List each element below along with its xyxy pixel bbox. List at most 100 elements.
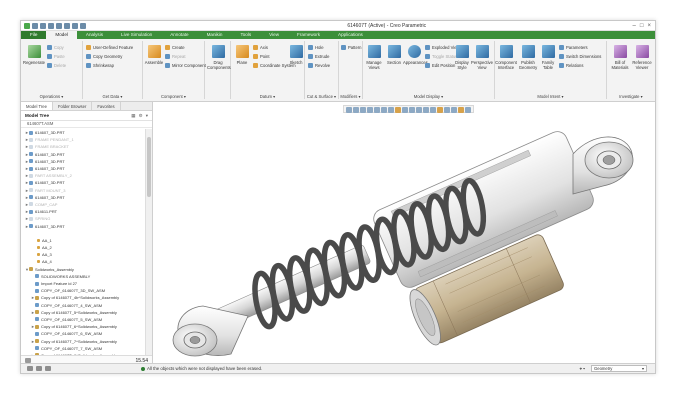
graphics-window[interactable]: [153, 102, 656, 365]
tree-row[interactable]: ► 614607_3D.PRT: [21, 158, 145, 165]
group-label[interactable]: Investigate ▾: [607, 94, 655, 99]
udf-button[interactable]: User-Defined Feature: [86, 44, 133, 50]
show-browser-icon[interactable]: [36, 366, 42, 371]
full-screen-icon[interactable]: [45, 366, 51, 371]
tree-row[interactable]: COPY_OF_614607T_3D_SW_ASM: [21, 287, 145, 294]
group-label[interactable]: Model Intent ▾: [495, 94, 606, 99]
tree-row[interactable]: ► 614607_3D.PRT: [21, 129, 145, 136]
display-style-button[interactable]: Display Style: [451, 45, 473, 70]
tree-row[interactable]: ► Copy of 614607T_5^Solidworks_Assembly: [21, 309, 145, 316]
tree-row[interactable]: Import Feature id 27: [21, 280, 145, 287]
perspective-view-button[interactable]: Perspective View: [471, 45, 493, 70]
pattern-button[interactable]: Pattern: [341, 44, 362, 50]
tree-row[interactable]: ► FRAME BRACKET: [21, 143, 145, 150]
tree-show-icon[interactable]: ▾: [146, 113, 148, 119]
revolve-button[interactable]: Revolve: [308, 62, 330, 68]
close-icon[interactable]: ×: [647, 23, 651, 29]
group-label[interactable]: Modifiers ▾: [339, 94, 362, 99]
reference-viewer-button[interactable]: Reference Viewer: [631, 45, 653, 70]
shock-absorber-model[interactable]: [153, 102, 656, 365]
mirror-component-button[interactable]: Mirror Component: [165, 62, 206, 68]
tree-settings-icon[interactable]: ▦: [131, 113, 135, 119]
tree-row[interactable]: COPY_OF_614607T_7_SW_ASM: [21, 345, 145, 352]
tab-model[interactable]: Model: [46, 31, 77, 39]
tab-applications[interactable]: Applications: [329, 31, 372, 39]
tree-row[interactable]: ► 614607_3D.PRT: [21, 222, 145, 229]
tree-row[interactable]: ► 614607_3D.PRT: [21, 179, 145, 186]
tree-row[interactable]: AA_2: [21, 244, 145, 251]
tree-row[interactable]: ► 614607_3D.PRT: [21, 151, 145, 158]
tree-filter-icon[interactable]: ⚙: [139, 113, 143, 119]
regenerate-button[interactable]: Regenerate: [23, 45, 45, 65]
group-label[interactable]: Cut & Surface ▾: [305, 94, 338, 99]
group-label[interactable]: Component ▾: [143, 94, 204, 99]
parameters-button[interactable]: Parameters: [559, 44, 601, 50]
regenerate-quick-icon[interactable]: [72, 22, 78, 29]
tab-analysis[interactable]: Analysis: [77, 31, 112, 39]
family-table-button[interactable]: Family Table: [537, 45, 559, 70]
minimize-icon[interactable]: –: [633, 23, 636, 29]
plane-button[interactable]: Plane: [231, 45, 253, 65]
tree-row[interactable]: AA_4: [21, 258, 145, 265]
open-file-icon[interactable]: [40, 22, 46, 29]
repeat-button[interactable]: Repeat: [165, 53, 206, 59]
scrollbar-thumb[interactable]: [147, 137, 151, 197]
tree-row[interactable]: ▼ Solidworks_Assembly: [21, 266, 145, 273]
delete-button[interactable]: Delete: [47, 62, 66, 68]
close-window-icon[interactable]: [80, 22, 86, 29]
sketch-button[interactable]: Sketch: [285, 45, 307, 65]
tree-scrollbar[interactable]: [145, 129, 152, 355]
tree-row[interactable]: ► PART MOUNT_3: [21, 187, 145, 194]
copy-geometry-button[interactable]: Copy Geometry: [86, 53, 133, 59]
tab-annotate[interactable]: Annotate: [161, 31, 197, 39]
paste-button[interactable]: Paste: [47, 53, 66, 59]
tree-row[interactable]: ► Copy of 614607T_4b^Solidworks_Assembly: [21, 294, 145, 301]
selection-tools-icon[interactable]: ⌖ ▾: [579, 366, 585, 371]
selection-filter-dropdown[interactable]: Geometry: [591, 365, 647, 372]
group-label[interactable]: Get Data ▾: [83, 94, 142, 99]
tab-live-simulation[interactable]: Live Simulation: [112, 31, 161, 39]
tree-row[interactable]: COPY_OF_614607T_6_SW_ASM: [21, 330, 145, 337]
hole-button[interactable]: Hole: [308, 44, 330, 50]
tree-row[interactable]: ► FRAME PENDANT_1: [21, 136, 145, 143]
component-interface-button[interactable]: Component Interface: [495, 45, 517, 70]
tab-framework[interactable]: Framework: [288, 31, 329, 39]
tree-row[interactable]: [21, 230, 145, 237]
tree-row[interactable]: ► PART ASSEMBLY_2: [21, 172, 145, 179]
new-file-icon[interactable]: [32, 22, 38, 29]
tree-row[interactable]: ► 614607_3D.PRT: [21, 165, 145, 172]
tree-row[interactable]: COPY_OF_614607T_5_SW_ASM: [21, 316, 145, 323]
tree-row[interactable]: ► 614611.PRT: [21, 208, 145, 215]
section-button[interactable]: Section: [383, 45, 405, 65]
tree-row[interactable]: COPY_OF_614607T_4_SW_ASM: [21, 302, 145, 309]
tab-manikin[interactable]: Manikin: [198, 31, 232, 39]
tab-file[interactable]: File: [21, 31, 47, 39]
redo-icon[interactable]: [64, 22, 70, 29]
show-navigator-icon[interactable]: [27, 366, 33, 371]
tab-tools[interactable]: Tools: [231, 31, 260, 39]
copy-button[interactable]: Copy: [47, 44, 66, 50]
tree-row[interactable]: AA_1: [21, 237, 145, 244]
relations-button[interactable]: Relations: [559, 62, 601, 68]
save-icon[interactable]: [48, 22, 54, 29]
switch-dimensions-button[interactable]: Switch Dimensions: [559, 53, 601, 59]
group-label[interactable]: Model Display ▾: [363, 94, 494, 99]
tab-favorites[interactable]: Favorites: [92, 102, 121, 110]
tab-model-tree[interactable]: Model Tree: [21, 102, 53, 110]
assemble-button[interactable]: Assemble: [143, 45, 165, 65]
tree-row[interactable]: ► 614607_3D.PRT: [21, 194, 145, 201]
tree-row[interactable]: AA_3: [21, 251, 145, 258]
tree-row[interactable]: ► Copy of 614607T_6^Solidworks_Assembly: [21, 323, 145, 330]
group-label[interactable]: Operations ▾: [21, 94, 82, 99]
tree-row[interactable]: ► SPRING: [21, 215, 145, 222]
maximize-icon[interactable]: □: [640, 23, 644, 29]
shrinkwrap-button[interactable]: Shrinkwrap: [86, 62, 133, 68]
tree-row[interactable]: ► COMP_CAP: [21, 201, 145, 208]
tab-folder-browser[interactable]: Folder Browser: [53, 102, 93, 110]
create-button[interactable]: Create: [165, 44, 206, 50]
tree-row[interactable]: ► Copy of 614607T_7^Solidworks_Assembly: [21, 337, 145, 344]
group-label[interactable]: Datum ▾: [231, 94, 304, 99]
publish-geometry-button[interactable]: Publish Geometry: [517, 45, 539, 70]
tree-row[interactable]: SOLIDWORKS ASSEMBLY: [21, 273, 145, 280]
tab-view[interactable]: View: [260, 31, 288, 39]
